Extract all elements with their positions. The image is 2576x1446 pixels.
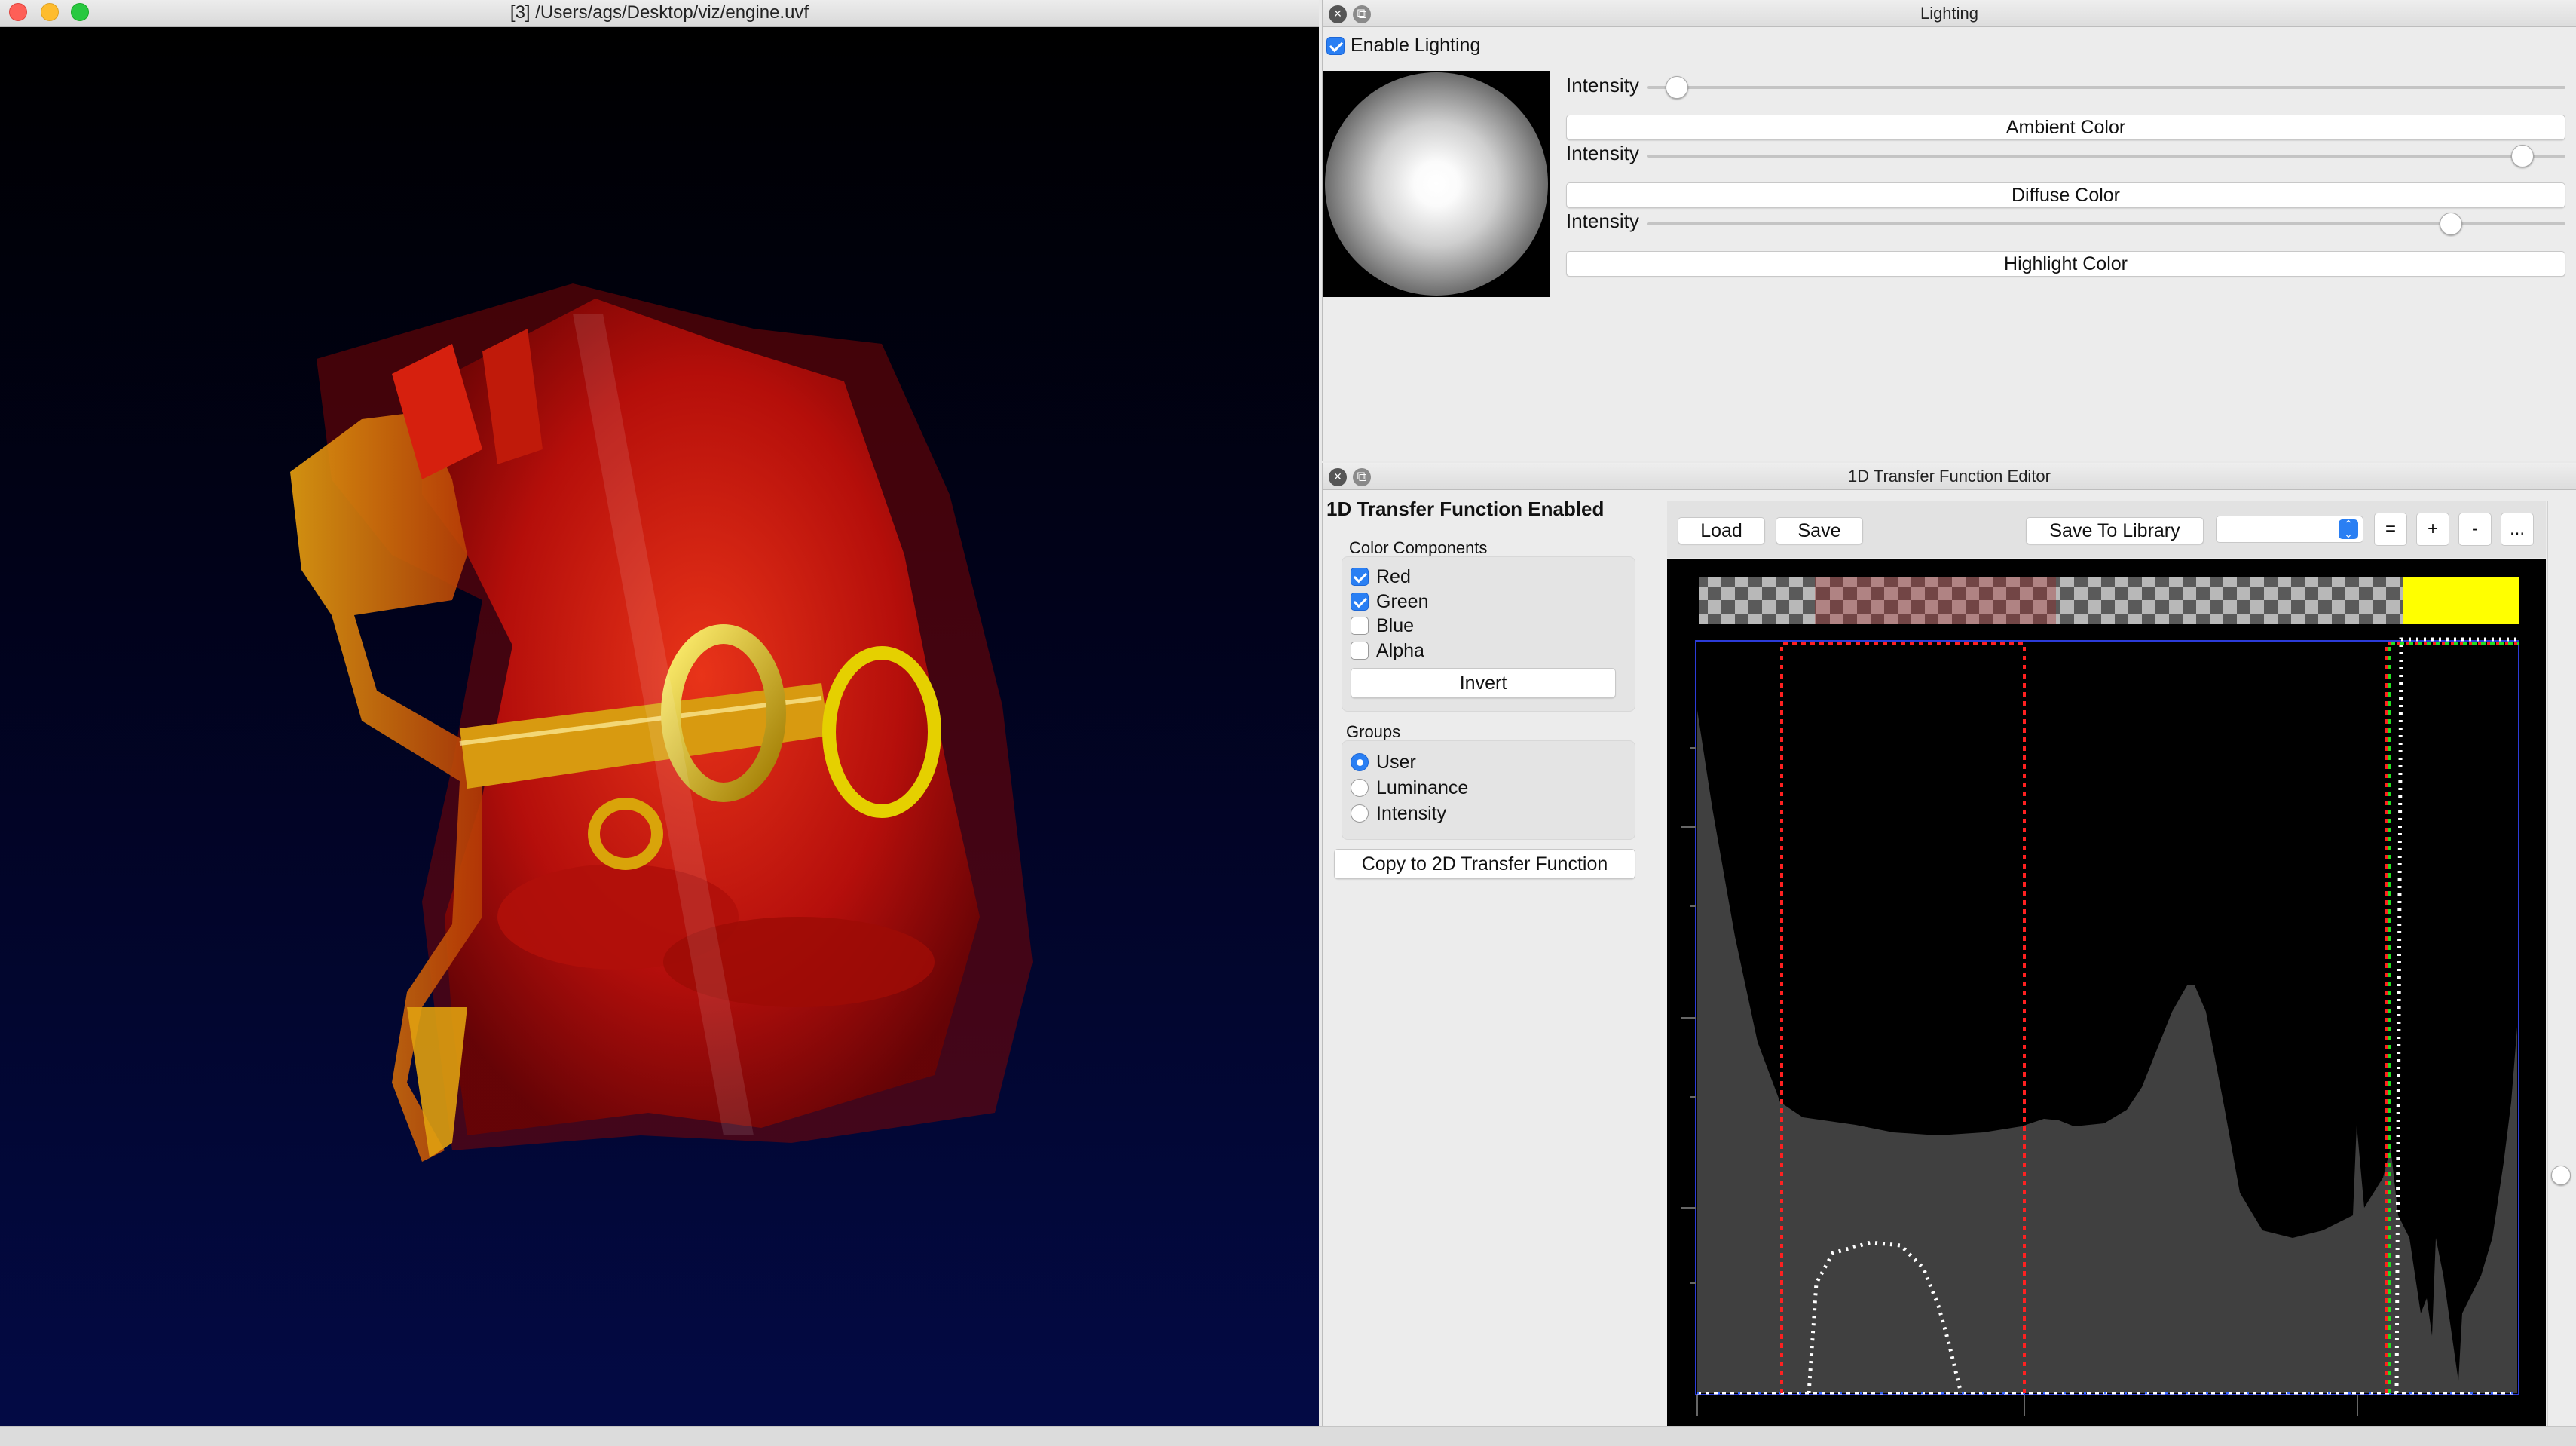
load-button[interactable]: Load [1678, 517, 1765, 544]
status-bar [0, 1426, 2576, 1446]
red-check[interactable] [1351, 568, 1369, 587]
group-luminance-radio[interactable]: Luminance [1351, 777, 1468, 801]
save-button[interactable]: Save [1776, 517, 1863, 544]
red-checkbox[interactable]: Red [1351, 565, 1411, 590]
render-window-title: [3] /Users/ags/Desktop/viz/engine.uvf [509, 2, 809, 23]
green-check[interactable] [1351, 593, 1369, 611]
ambient-intensity-label: Intensity [1566, 74, 1639, 97]
enable-lighting-checkbox[interactable]: Enable Lighting [1326, 35, 1480, 60]
green-label: Green [1376, 590, 1429, 612]
tf-color-strip-red-zone [1815, 577, 2056, 624]
groups-label: Groups [1346, 722, 1401, 741]
library-select[interactable]: ⌃ ⌄ [2216, 516, 2363, 543]
tf-graph[interactable] [1667, 559, 2546, 1426]
diffuse-intensity-label: Intensity [1566, 142, 1639, 164]
tf-vertical-scroll[interactable] [2547, 501, 2576, 1426]
luminance-label: Luminance [1376, 777, 1469, 798]
volume-render-viewport[interactable] [0, 27, 1319, 1426]
luminance-radio-dot[interactable] [1351, 779, 1369, 798]
ambient-color-button[interactable]: Ambient Color [1566, 115, 2565, 140]
color-components-label: Color Components [1349, 538, 1488, 557]
intensity-radio-dot[interactable] [1351, 804, 1369, 823]
tf-enabled-label: 1D Transfer Function Enabled [1326, 498, 1605, 520]
tf-scroll-knob[interactable] [2551, 1166, 2571, 1185]
tf-histogram [1697, 710, 2517, 1393]
lighting-preview-sphere [1323, 71, 1550, 297]
alpha-label: Alpha [1376, 639, 1424, 661]
lighting-panel-titlebar[interactable]: × ⧉ Lighting [1323, 0, 2576, 27]
more-button[interactable]: ... [2501, 513, 2534, 546]
lighting-preview-image [1325, 72, 1548, 296]
highlight-color-button[interactable]: Highlight Color [1566, 251, 2565, 277]
diffuse-intensity-slider[interactable] [1647, 155, 2565, 158]
group-intensity-radio[interactable]: Intensity [1351, 802, 1446, 826]
enable-lighting-check[interactable] [1326, 36, 1345, 55]
blue-check[interactable] [1351, 617, 1369, 636]
intensity-label: Intensity [1376, 802, 1447, 824]
invert-button[interactable]: Invert [1351, 668, 1616, 698]
ambient-intensity-knob[interactable] [1665, 76, 1688, 99]
alpha-checkbox[interactable]: Alpha [1351, 639, 1424, 663]
user-label: User [1376, 751, 1416, 773]
group-user-radio[interactable]: User [1351, 751, 1416, 775]
tf-color-strip-yellow [2403, 577, 2519, 624]
lighting-panel-title: Lighting [1920, 4, 1979, 23]
minus-button[interactable]: - [2458, 513, 2492, 546]
alpha-check[interactable] [1351, 642, 1369, 660]
engine-volume-rendering [290, 283, 1033, 1162]
render-titlebar[interactable]: [3] /Users/ags/Desktop/viz/engine.uvf [0, 0, 1319, 27]
plus-button[interactable]: + [2416, 513, 2449, 546]
ambient-intensity-slider[interactable] [1647, 86, 2565, 89]
tf-canvas[interactable] [1667, 559, 2546, 1426]
blue-label: Blue [1376, 614, 1415, 636]
tf-panel-title: 1D Transfer Function Editor [1847, 467, 2051, 486]
user-radio-dot[interactable] [1351, 753, 1369, 772]
enable-lighting-label: Enable Lighting [1351, 35, 1481, 56]
green-checkbox[interactable]: Green [1351, 590, 1428, 614]
highlight-intensity-label: Intensity [1566, 210, 1639, 232]
tf-panel-titlebar[interactable]: × ⧉ 1D Transfer Function Editor [1323, 463, 2576, 490]
diffuse-color-button[interactable]: Diffuse Color [1566, 182, 2565, 208]
copy-to-2d-button[interactable]: Copy to 2D Transfer Function [1334, 849, 1635, 879]
blue-checkbox[interactable]: Blue [1351, 614, 1414, 639]
highlight-intensity-slider[interactable] [1647, 222, 2565, 225]
save-to-library-button[interactable]: Save To Library [2026, 517, 2204, 544]
red-label: Red [1376, 565, 1411, 587]
equals-button[interactable]: = [2374, 513, 2407, 546]
updown-chevron-icon[interactable]: ⌃ ⌄ [2339, 519, 2358, 539]
